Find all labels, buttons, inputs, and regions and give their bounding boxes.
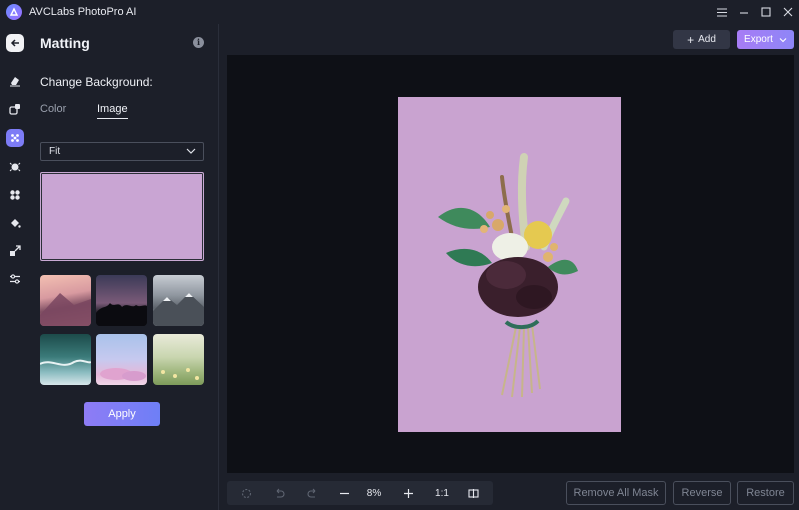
matting-panel: Matting i Change Background: Color Image… [30,24,218,510]
background-thumbnails [40,275,204,387]
edited-photo [398,97,621,432]
tab-color[interactable]: Color [40,103,66,115]
title-bar: AVCLabs PhotoPro AI [0,0,799,24]
thumbnail-ocean-waves[interactable] [40,334,91,385]
matting-icon[interactable] [6,129,24,147]
background-preview [40,172,204,261]
thumbnail-dusk-treeline[interactable] [96,275,147,326]
maximize-icon[interactable] [755,0,777,24]
panel-divider [218,24,219,510]
export-button[interactable]: Export [737,30,794,49]
menu-icon[interactable] [711,0,733,24]
undo-icon[interactable] [270,481,288,505]
app-logo-icon [6,4,22,20]
thumbnail-sunset-mountain[interactable] [40,275,91,326]
add-button[interactable]: + Add [673,30,730,49]
export-button-label: Export [744,34,773,45]
reverse-button[interactable]: Reverse [673,481,731,505]
adjust-icon[interactable] [5,269,25,289]
zoom-level: 8% [366,487,382,499]
panel-title: Matting [40,35,90,51]
upscale-icon[interactable] [5,241,25,261]
fit-select-value: Fit [49,146,61,157]
colorize-icon[interactable] [5,185,25,205]
thumbnail-pastel-sky[interactable] [96,334,147,385]
tool-rail [0,24,30,510]
bouquet-image [438,153,578,398]
fit-select[interactable]: Fit [40,142,204,161]
compare-icon[interactable] [464,481,482,505]
thumbnail-meadow-flowers[interactable] [153,334,204,385]
actual-size-button[interactable]: 1:1 [430,481,454,505]
redo-icon[interactable] [303,481,321,505]
tab-image[interactable]: Image [97,103,128,119]
thumbnail-snowy-mountains[interactable] [153,275,204,326]
face-icon[interactable] [5,157,25,177]
change-background-label: Change Background: [40,75,153,89]
minimize-icon[interactable] [733,0,755,24]
close-icon[interactable] [777,0,799,24]
app-window: AVCLabs PhotoPro AI Matting i Change Bac… [0,0,799,510]
eraser-icon[interactable] [5,71,25,91]
window-controls [711,0,799,24]
image-canvas[interactable] [227,55,794,473]
view-toolbar: 8% 1:1 [227,481,493,505]
remove-all-mask-button[interactable]: Remove All Mask [566,481,666,505]
apply-button[interactable]: Apply [84,402,160,426]
app-title: AVCLabs PhotoPro AI [29,6,137,18]
info-icon[interactable]: i [193,37,204,48]
back-arrow-icon[interactable] [6,34,24,52]
lasso-icon[interactable] [237,481,255,505]
add-button-label: Add [698,34,716,45]
enhance-icon[interactable] [5,99,25,119]
zoom-out-icon[interactable] [335,481,353,505]
chevron-down-icon [779,37,787,42]
fill-icon[interactable] [5,213,25,233]
plus-icon: + [687,32,695,47]
chevron-down-icon [186,148,196,154]
zoom-in-icon[interactable] [399,481,417,505]
restore-button[interactable]: Restore [737,481,794,505]
